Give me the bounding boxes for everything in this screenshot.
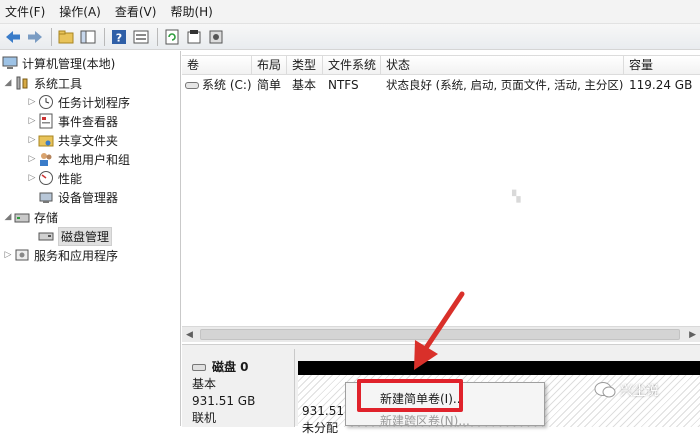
tree-item-computer-management[interactable]: 计算机管理(本地)	[2, 54, 115, 72]
forward-arrow-icon[interactable]	[25, 27, 45, 47]
storage-icon	[14, 209, 30, 225]
refresh-icon[interactable]	[162, 27, 182, 47]
services-icon	[14, 247, 30, 263]
users-icon	[38, 151, 54, 167]
highlight-box	[357, 379, 463, 412]
disk-management-icon	[38, 228, 54, 244]
tools-icon	[14, 75, 30, 91]
disk-status: 联机	[192, 411, 217, 425]
tree-item-local-users[interactable]: ▷ 本地用户和组	[26, 150, 130, 168]
volume-name: 系统 (C:)	[202, 78, 252, 92]
status-cell: 状态良好 (系统, 启动, 页面文件, 活动, 主分区)	[386, 78, 624, 92]
settings-icon[interactable]	[206, 27, 226, 47]
tree-item-label: 任务计划程序	[58, 95, 131, 110]
chat-bubble-icon	[594, 381, 616, 397]
column-header-type[interactable]: 类型	[287, 56, 323, 74]
tree-item-services-apps[interactable]: ▷ 服务和应用程序	[2, 246, 118, 264]
tree-item-disk-management[interactable]: 磁盘管理	[38, 226, 113, 246]
faint-watermark-mark: ▚	[512, 190, 521, 203]
toolbar: ?	[0, 24, 700, 50]
show-hide-tree-icon[interactable]	[78, 27, 98, 47]
menubar: 文件(F) 操作(A) 查看(V) 帮助(H)	[0, 0, 700, 24]
expand-arrow-icon[interactable]: ▷	[26, 154, 38, 164]
tree-item-label: 磁盘管理	[58, 226, 113, 246]
event-log-icon	[38, 113, 54, 129]
tree-item-label: 服务和应用程序	[34, 248, 119, 263]
partition-state: 未分配	[302, 421, 339, 435]
shared-folder-icon	[38, 132, 54, 148]
partition-size: 931.51	[302, 404, 344, 418]
tree-item-label: 计算机管理(本地)	[22, 56, 116, 71]
tree-item-device-manager[interactable]: 设备管理器	[38, 188, 118, 206]
navigation-tree: 计算机管理(本地) ◢ 系统工具 ▷ 任务计划程序 ▷ 事件查看器 ▷ 共享文件…	[0, 51, 181, 426]
help-icon[interactable]: ?	[109, 27, 129, 47]
column-header-volume[interactable]: 卷	[182, 56, 252, 74]
tree-item-shared-folders[interactable]: ▷ 共享文件夹	[26, 131, 118, 149]
svg-text:?: ?	[116, 31, 122, 44]
performance-gauge-icon	[38, 170, 54, 186]
watermark: 兴尘说	[594, 380, 659, 399]
annotation-arrow-icon	[414, 291, 465, 370]
menu-view[interactable]: 查看(V)	[115, 3, 157, 20]
collapse-arrow-icon[interactable]: ◢	[2, 78, 14, 88]
tree-item-event-viewer[interactable]: ▷ 事件查看器	[26, 112, 118, 130]
watermark-text: 兴尘说	[620, 384, 660, 399]
scroll-left-icon[interactable]: ◀	[186, 330, 193, 340]
capacity-cell: 119.24 GB	[629, 78, 693, 92]
tree-item-label: 性能	[58, 171, 83, 186]
menu-item-new-spanned-volume: 新建跨区卷(N)...	[380, 414, 470, 428]
collapse-arrow-icon[interactable]: ◢	[2, 212, 14, 222]
column-header-status[interactable]: 状态	[381, 56, 624, 74]
back-arrow-icon[interactable]	[3, 27, 23, 47]
tree-item-task-scheduler[interactable]: ▷ 任务计划程序	[26, 93, 130, 111]
type-cell: 基本	[292, 78, 317, 92]
volume-icon	[185, 81, 199, 89]
expand-arrow-icon[interactable]: ▷	[26, 135, 38, 145]
toolbar-separator	[157, 27, 158, 46]
properties-icon[interactable]	[131, 27, 151, 47]
table-header: 卷 布局 类型 文件系统 状态 容量	[182, 55, 700, 75]
expand-arrow-icon[interactable]: ▷	[2, 250, 14, 260]
tree-item-performance[interactable]: ▷ 性能	[26, 169, 82, 187]
tree-item-label: 本地用户和组	[58, 152, 131, 167]
menu-file[interactable]: 文件(F)	[5, 3, 45, 20]
filesystem-cell: NTFS	[328, 78, 359, 92]
column-header-layout[interactable]: 布局	[252, 56, 287, 74]
expand-arrow-icon[interactable]: ▷	[26, 116, 38, 126]
column-header-capacity[interactable]: 容量	[624, 56, 700, 74]
toolbar-separator	[51, 27, 52, 46]
expand-arrow-icon[interactable]: ▷	[26, 97, 38, 107]
menu-help[interactable]: 帮助(H)	[170, 3, 212, 20]
table-row[interactable]: 系统 (C:) 简单 基本 NTFS 状态良好 (系统, 启动, 页面文件, 活…	[182, 75, 700, 95]
disk-title-row: 磁盘 0	[192, 359, 294, 376]
tree-item-label: 事件查看器	[58, 114, 119, 129]
scroll-right-icon[interactable]: ▶	[689, 330, 696, 340]
device-manager-icon	[38, 189, 54, 205]
disk-type: 基本	[192, 377, 217, 391]
up-folder-icon[interactable]	[56, 27, 76, 47]
export-icon[interactable]	[184, 27, 204, 47]
toolbar-separator	[104, 27, 105, 46]
expand-arrow-icon[interactable]: ▷	[26, 173, 38, 183]
column-header-filesystem[interactable]: 文件系统	[323, 56, 381, 74]
tree-item-label: 共享文件夹	[58, 133, 119, 148]
volume-cell: 系统 (C:)	[182, 75, 252, 95]
tree-item-label: 系统工具	[34, 76, 83, 91]
layout-cell: 简单	[257, 78, 282, 92]
partition-label: 931.51 未分配	[302, 403, 344, 437]
tree-item-storage[interactable]: ◢ 存储	[2, 208, 58, 226]
clock-icon	[38, 94, 54, 110]
disk-name: 磁盘 0	[212, 360, 249, 374]
computer-icon	[2, 55, 18, 71]
menu-action[interactable]: 操作(A)	[59, 3, 101, 20]
tree-item-system-tools[interactable]: ◢ 系统工具	[2, 74, 82, 92]
disk-size: 931.51 GB	[192, 394, 256, 408]
disk-info-panel[interactable]: 磁盘 0 基本 931.51 GB 联机	[182, 349, 295, 427]
tree-item-label: 存储	[34, 210, 59, 225]
tree-item-label: 设备管理器	[58, 190, 119, 205]
disk-icon	[192, 364, 206, 371]
